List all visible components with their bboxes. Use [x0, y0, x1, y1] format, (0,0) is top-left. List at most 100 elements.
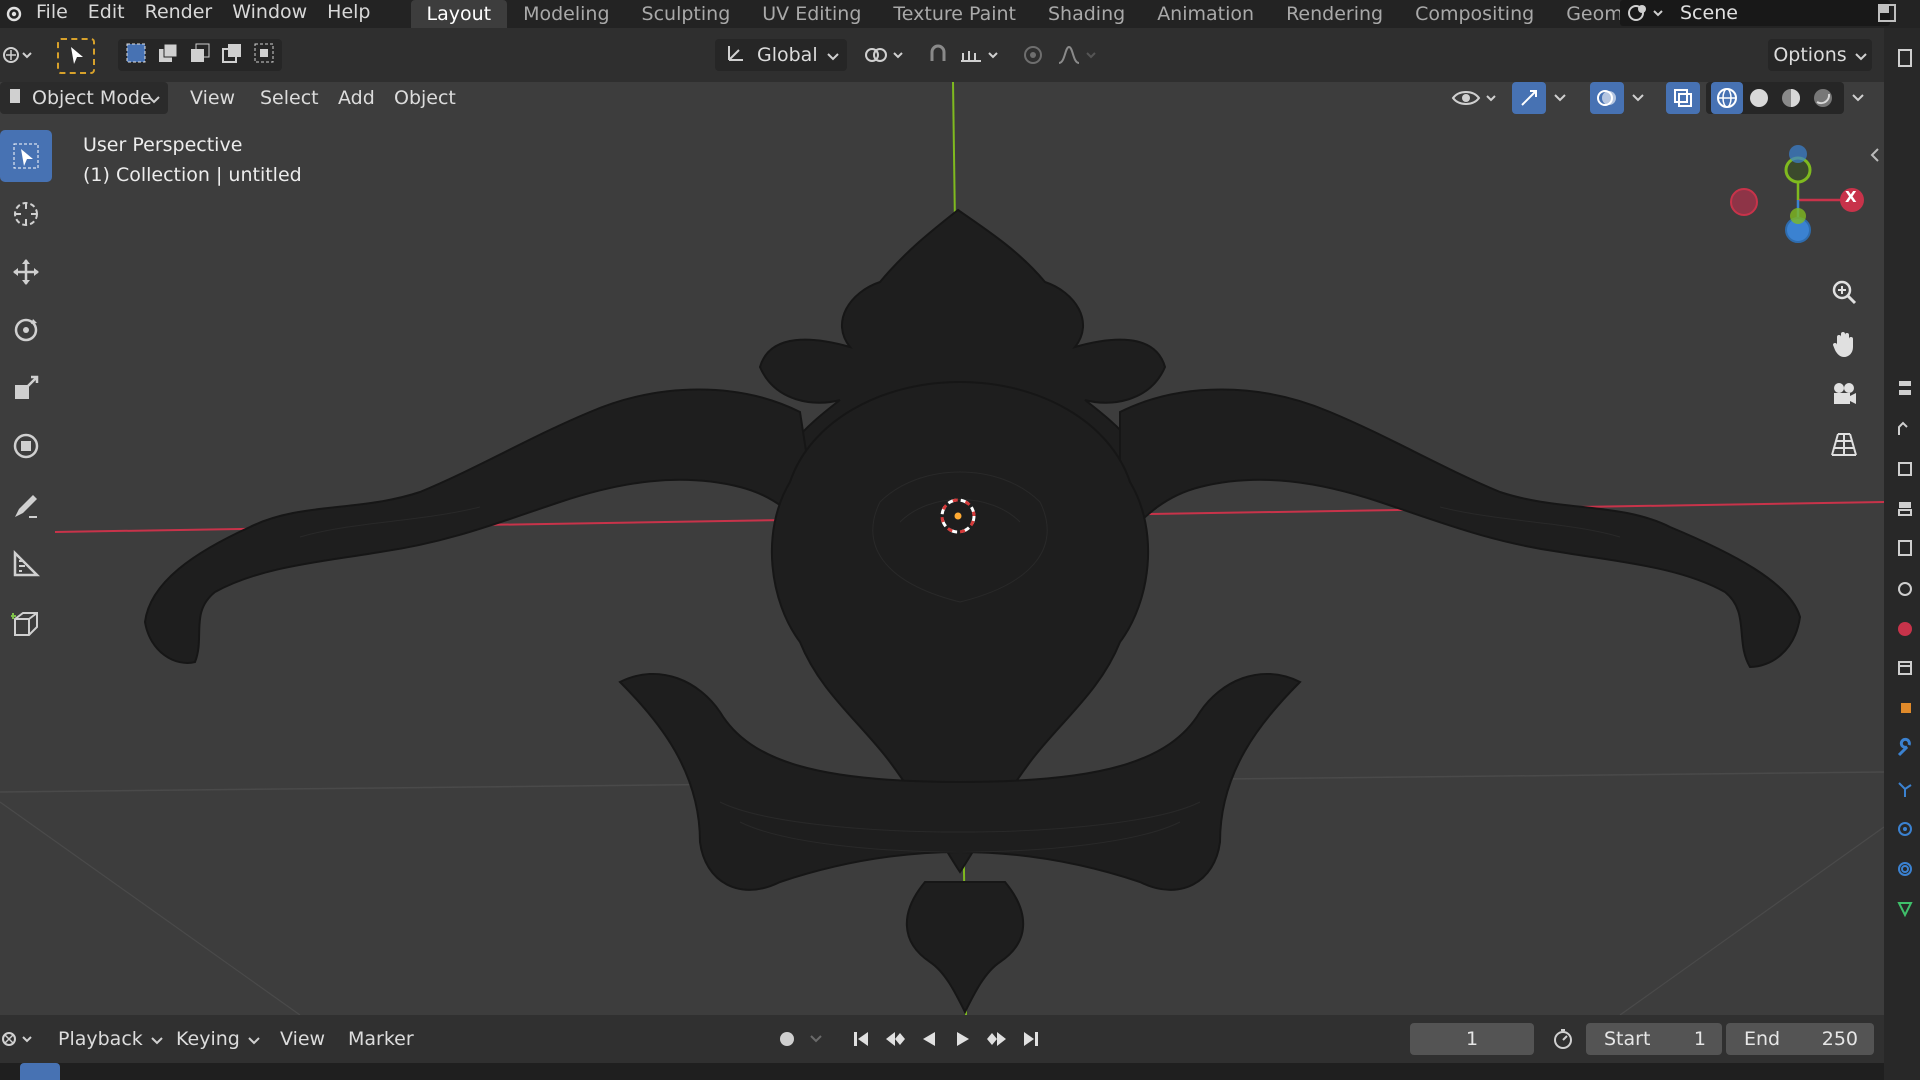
top-right-window-icon[interactable] [1876, 2, 1900, 29]
select-menu[interactable]: Select [250, 82, 329, 114]
select-box-tool[interactable] [0, 130, 52, 182]
menu-edit[interactable]: Edit [78, 0, 135, 28]
keying-menu[interactable]: Keying [166, 1023, 270, 1055]
playback-menu[interactable]: Playback [48, 1023, 173, 1055]
annotate-tool[interactable] [0, 480, 52, 532]
select-box-intersect-icon[interactable] [252, 41, 276, 70]
select-box-new-icon[interactable] [124, 41, 148, 70]
visibility-dropdown[interactable] [1448, 82, 1504, 114]
object-menu[interactable]: Object [384, 82, 466, 114]
timeline-ruler[interactable] [0, 1063, 1884, 1080]
tab-rendering[interactable]: Rendering [1270, 0, 1399, 28]
move-tool[interactable] [0, 246, 52, 298]
start-frame-field[interactable]: Start 1 [1586, 1023, 1722, 1055]
measure-tool[interactable] [0, 538, 52, 590]
wireframe-shading-icon[interactable] [1711, 82, 1743, 114]
overlay-toggle[interactable] [1590, 82, 1624, 114]
gizmo-toggle[interactable] [1512, 82, 1546, 114]
blender-logo-icon[interactable] [0, 2, 26, 26]
camera-view-icon[interactable] [1824, 374, 1864, 414]
tab-uv-editing[interactable]: UV Editing [746, 0, 877, 28]
gizmo-options-dropdown[interactable] [1548, 82, 1572, 114]
solid-shading-icon[interactable] [1743, 86, 1775, 110]
pan-hand-icon[interactable] [1824, 324, 1864, 364]
gizmo-neg-x[interactable] [1730, 188, 1758, 216]
tab-texture-paint[interactable]: Texture Paint [877, 0, 1032, 28]
jump-to-end-button[interactable] [1014, 1023, 1048, 1055]
gizmo-neg-y[interactable] [1790, 208, 1806, 224]
play-button[interactable] [946, 1023, 980, 1055]
world-tab-icon[interactable] [1884, 608, 1920, 648]
auto-keying-toggle[interactable] [770, 1023, 804, 1055]
sidebar-toggle-icon[interactable] [1868, 146, 1882, 169]
add-menu[interactable]: Add [328, 82, 385, 114]
overlay-options-dropdown[interactable] [1626, 82, 1650, 114]
keying-options-dropdown[interactable] [804, 1023, 828, 1055]
image-tab-icon[interactable] [1884, 528, 1920, 568]
select-box-subtract-icon[interactable] [188, 41, 212, 70]
view-menu[interactable]: View [180, 82, 245, 114]
playhead[interactable] [20, 1063, 60, 1080]
particles-tab-icon[interactable] [1884, 768, 1920, 808]
3d-viewport[interactable]: X User Perspective (1) Collection | unti… [0, 82, 1884, 1015]
jump-to-keyframe-next-button[interactable] [980, 1023, 1014, 1055]
editor-type-button[interactable] [0, 39, 36, 71]
scene-tab-icon[interactable] [1884, 568, 1920, 608]
rendered-shading-icon[interactable] [1807, 86, 1839, 110]
mode-dropdown[interactable]: Object Mode [0, 82, 168, 114]
material-shading-icon[interactable] [1775, 86, 1807, 110]
pivot-point-dropdown[interactable] [860, 39, 912, 71]
select-box-invert-icon[interactable] [220, 41, 244, 70]
timeline-view-menu[interactable]: View [270, 1023, 335, 1055]
collection-label: (1) Collection | untitled [83, 164, 302, 186]
current-frame-field[interactable]: 1 [1410, 1023, 1534, 1055]
tab-modeling[interactable]: Modeling [507, 0, 625, 28]
tab-shading[interactable]: Shading [1032, 0, 1141, 28]
proportional-edit-toggle[interactable] [1016, 39, 1050, 71]
select-box-extend-icon[interactable] [156, 41, 180, 70]
transform-orientation-dropdown[interactable]: Global [715, 39, 847, 71]
end-frame-field[interactable]: End 250 [1726, 1023, 1874, 1055]
collection-tab-icon[interactable] [1884, 648, 1920, 688]
add-cube-tool[interactable] [0, 598, 52, 650]
menu-help[interactable]: Help [317, 0, 380, 28]
snap-target-dropdown[interactable] [956, 39, 1006, 71]
output-tab-icon[interactable] [1884, 448, 1920, 488]
rotate-tool[interactable] [0, 304, 52, 356]
data-tab-icon[interactable] [1884, 888, 1920, 928]
transform-tool[interactable] [0, 420, 52, 472]
scale-tool[interactable] [0, 362, 52, 414]
shading-options-dropdown[interactable] [1846, 82, 1870, 114]
zoom-icon[interactable] [1824, 272, 1864, 312]
snap-toggle[interactable] [920, 39, 956, 71]
jump-to-keyframe-prev-button[interactable] [878, 1023, 912, 1055]
gizmo-neg-z[interactable] [1789, 145, 1807, 163]
scene-selector[interactable]: Scene [1620, 0, 1890, 26]
options-dropdown[interactable]: Options [1768, 39, 1872, 71]
menu-file[interactable]: File [26, 0, 78, 28]
select-tool-button[interactable] [57, 38, 95, 74]
tool-tab-icon[interactable] [1884, 368, 1920, 408]
constraints-tab-icon[interactable] [1884, 848, 1920, 888]
xray-toggle[interactable] [1666, 82, 1700, 114]
jump-to-start-button[interactable] [844, 1023, 878, 1055]
render-tab-icon[interactable] [1884, 408, 1920, 448]
play-reverse-button[interactable] [912, 1023, 946, 1055]
editor-type-icon[interactable] [1884, 38, 1920, 78]
proportional-falloff-dropdown[interactable] [1054, 39, 1104, 71]
menu-render[interactable]: Render [135, 0, 223, 28]
physics-tab-icon[interactable] [1884, 808, 1920, 848]
tab-layout[interactable]: Layout [410, 0, 508, 28]
perspective-grid-icon[interactable] [1824, 424, 1864, 464]
cursor-tool[interactable] [0, 188, 52, 240]
tab-sculpting[interactable]: Sculpting [626, 0, 747, 28]
stopwatch-icon[interactable] [1546, 1023, 1580, 1055]
marker-menu[interactable]: Marker [338, 1023, 424, 1055]
tab-animation[interactable]: Animation [1141, 0, 1270, 28]
view-layer-tab-icon[interactable] [1884, 488, 1920, 528]
tab-compositing[interactable]: Compositing [1399, 0, 1550, 28]
menu-window[interactable]: Window [222, 0, 317, 28]
timeline-editor-type-button[interactable] [0, 1023, 36, 1055]
object-tab-icon[interactable] [1884, 688, 1920, 728]
modifier-tab-icon[interactable] [1884, 728, 1920, 768]
